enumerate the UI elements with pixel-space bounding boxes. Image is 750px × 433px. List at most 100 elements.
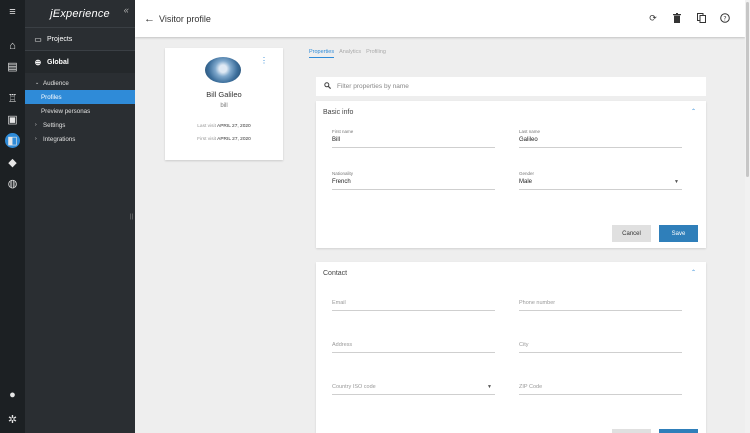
nav-settings-label: Settings — [43, 121, 66, 129]
last-name-field[interactable]: Last name Galileo — [519, 129, 682, 148]
back-arrow-icon[interactable]: ← — [144, 13, 156, 25]
profile-username: bill — [220, 103, 228, 109]
country-label: Country ISO code — [332, 384, 376, 390]
nav-preview-personas-label: Preview personas — [41, 107, 91, 115]
account-icon[interactable]: ● — [4, 386, 21, 403]
chevron-right-icon: › — [35, 122, 37, 128]
profile-card: ⋮ Bill Galileo bill Last visit APRIL 27,… — [165, 48, 283, 160]
last-visit-label: Last visit — [197, 124, 216, 129]
collapse-sidebar-icon[interactable]: « — [124, 5, 129, 15]
first-visit: First visit APRIL 27, 2020 — [165, 137, 283, 142]
top-bar: ← Visitor profile ⟳ ? — [135, 0, 745, 37]
first-name-field[interactable]: First name Bill — [332, 129, 495, 148]
first-visit-date: APRIL 27, 2020 — [217, 137, 251, 142]
avatar — [205, 57, 241, 83]
address-field[interactable]: Address — [332, 342, 495, 353]
page-title: Visitor profile — [159, 13, 211, 24]
nationality-value[interactable]: French — [332, 179, 495, 190]
first-name-label: First name — [332, 129, 354, 134]
gender-label: Gender — [519, 171, 535, 176]
tag-icon[interactable]: ◆ — [4, 154, 21, 171]
nav-profiles[interactable]: Profiles — [25, 90, 135, 104]
nav-projects-label: Projects — [47, 35, 73, 43]
tab-profiling[interactable]: Profiling — [366, 49, 386, 58]
svg-text:?: ? — [723, 15, 726, 22]
profile-tabs: Properties Analytics Profiling — [309, 49, 386, 58]
chevron-up-icon[interactable]: ⌃ — [691, 108, 696, 115]
country-placeholder[interactable]: Country ISO code ▼ — [332, 384, 495, 395]
nav-profiles-label: Profiles — [41, 93, 62, 101]
profile-card-icon[interactable]: ◧ — [5, 133, 20, 148]
chevron-right-icon: › — [35, 136, 37, 142]
tab-analytics[interactable]: Analytics — [339, 49, 361, 58]
help-icon[interactable]: ? — [719, 11, 731, 25]
email-placeholder[interactable]: Email — [332, 300, 495, 311]
gender-value[interactable]: Male ▼ — [519, 179, 682, 190]
icon-rail: ≡ ⌂ ▤ ♖ ▣ ◧ ◆ ◍ ● ✲ — [0, 0, 25, 433]
image-icon[interactable]: ▣ — [4, 111, 21, 128]
refresh-icon[interactable]: ⟳ — [647, 11, 659, 25]
nationality-label: Nationality — [332, 171, 354, 176]
tab-properties[interactable]: Properties — [309, 49, 335, 58]
nav-audience-label: Audience — [43, 79, 69, 87]
sidebar: jExperience « ▭ Projects ⊕ Global ⌄ Audi… — [25, 0, 135, 433]
filter-input[interactable] — [335, 82, 699, 91]
nav-preview-personas[interactable]: Preview personas — [25, 104, 135, 118]
city-placeholder[interactable]: City — [519, 342, 682, 353]
nav-global[interactable]: ⊕ Global — [25, 50, 135, 73]
clipboard-icon[interactable]: ▤ — [4, 58, 21, 75]
globe-icon: ⊕ — [34, 57, 42, 67]
phone-placeholder[interactable]: Phone number — [519, 300, 682, 311]
profile-name: Bill Galileo — [206, 90, 242, 99]
chevron-down-icon: ⌄ — [35, 80, 40, 86]
dropdown-arrow-icon[interactable]: ▼ — [674, 179, 679, 185]
nav-integrations[interactable]: › Integrations — [25, 132, 135, 146]
phone-field[interactable]: Phone number — [519, 300, 682, 311]
delete-icon[interactable] — [671, 11, 683, 25]
nav-settings[interactable]: › Settings — [25, 118, 135, 132]
first-visit-label: First visit — [197, 137, 217, 142]
city-field[interactable]: City — [519, 342, 682, 353]
search-icon — [324, 82, 332, 91]
save-button[interactable]: Save — [659, 225, 698, 242]
contact-save-button[interactable] — [659, 429, 698, 433]
bank-icon[interactable]: ♖ — [4, 90, 21, 107]
last-name-label: Last name — [519, 129, 541, 134]
first-name-value[interactable]: Bill — [332, 137, 495, 148]
last-visit-date: APRIL 27, 2020 — [217, 124, 251, 129]
zip-field[interactable]: ZIP Code — [519, 384, 682, 395]
dropdown-arrow-icon[interactable]: ▼ — [487, 384, 492, 390]
nav-projects[interactable]: ▭ Projects — [25, 27, 135, 50]
brand-name: jExperience — [50, 7, 110, 20]
email-field[interactable]: Email — [332, 300, 495, 311]
zip-placeholder[interactable]: ZIP Code — [519, 384, 682, 395]
home-icon[interactable]: ⌂ — [4, 37, 21, 54]
hamburger-icon[interactable]: ≡ — [4, 3, 21, 20]
basic-info-panel: Basic info ⌃ First name Bill Last name G… — [316, 101, 706, 248]
address-placeholder[interactable]: Address — [332, 342, 495, 353]
folder-icon: ▭ — [34, 34, 42, 44]
nav-global-label: Global — [47, 58, 69, 66]
nav-integrations-label: Integrations — [43, 135, 76, 143]
nav-audience[interactable]: ⌄ Audience — [25, 76, 135, 90]
gender-select[interactable]: Gender Male ▼ — [519, 171, 682, 190]
country-select[interactable]: Country ISO code ▼ — [332, 384, 495, 395]
copy-icon[interactable] — [695, 11, 707, 25]
gear-icon[interactable]: ✲ — [4, 411, 21, 428]
basic-info-title: Basic info — [323, 109, 354, 116]
nationality-field[interactable]: Nationality French — [332, 171, 495, 190]
contact-cancel-button[interactable] — [612, 429, 651, 433]
last-visit: Last visit APRIL 27, 2020 — [165, 124, 283, 129]
cancel-button[interactable]: Cancel — [612, 225, 651, 242]
compass-icon[interactable]: ◍ — [4, 175, 21, 192]
contact-title: Contact — [323, 270, 348, 277]
chevron-up-icon[interactable]: ⌃ — [691, 269, 696, 276]
gender-selected: Male — [519, 179, 533, 185]
more-options-icon[interactable]: ⋮ — [260, 56, 268, 65]
page-scrollbar[interactable] — [745, 0, 750, 433]
last-name-value[interactable]: Galileo — [519, 137, 682, 148]
contact-panel: Contact ⌃ Email Phone number Address Cit… — [316, 262, 706, 433]
filter-bar — [316, 77, 706, 96]
brand-logo: jExperience « — [25, 0, 135, 27]
sidebar-resize-handle[interactable]: || — [130, 214, 133, 220]
